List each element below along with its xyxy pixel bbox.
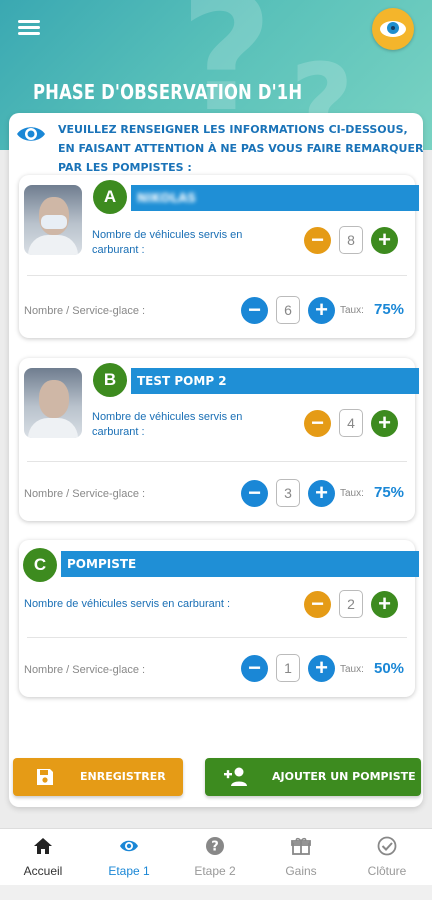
attendant-letter-badge: C bbox=[23, 548, 57, 582]
divider bbox=[27, 461, 407, 462]
tab-label: Etape 2 bbox=[194, 864, 236, 878]
attendant-name-bar: POMPISTE bbox=[61, 551, 419, 577]
fuel-count-value[interactable]: 8 bbox=[339, 226, 363, 254]
service-count-stepper: − 3 + bbox=[241, 479, 335, 507]
service-glace-label: Nombre / Service-glace : bbox=[24, 305, 146, 317]
attendant-name: POMPISTE bbox=[67, 557, 137, 571]
service-glace-label: Nombre / Service-glace : bbox=[24, 664, 146, 676]
tab-gains[interactable]: Gains bbox=[258, 829, 344, 886]
add-person-icon bbox=[224, 767, 247, 786]
attendant-letter-badge: B bbox=[93, 363, 127, 397]
attendant-card-b: B TEST POMP 2 Nombre de véhicules servis… bbox=[19, 358, 419, 521]
attendant-name: TEST POMP 2 bbox=[137, 374, 227, 388]
tab-cloture[interactable]: Clôture bbox=[344, 829, 430, 886]
attendant-name-bar: NIKOLAS bbox=[131, 185, 419, 211]
floppy-disk-icon bbox=[37, 769, 53, 785]
decrement-button[interactable]: − bbox=[304, 409, 331, 437]
divider bbox=[27, 275, 407, 276]
decrement-button[interactable]: − bbox=[304, 590, 331, 618]
increment-button[interactable]: + bbox=[308, 479, 335, 507]
save-button[interactable]: ENREGISTRER bbox=[13, 758, 183, 796]
eye-icon bbox=[17, 127, 45, 141]
check-circle-icon bbox=[377, 836, 397, 856]
fuel-count-label: Nombre de véhicules servis en carburant … bbox=[92, 229, 243, 256]
svg-text:?: ? bbox=[211, 840, 219, 855]
service-glace-label: Nombre / Service-glace : bbox=[24, 488, 146, 500]
taux-value: 50% bbox=[374, 660, 405, 677]
tab-label: Clôture bbox=[367, 864, 407, 878]
attendant-card-a: A NIKOLAS Nombre de véhicules servis en … bbox=[19, 175, 419, 338]
home-icon bbox=[34, 838, 52, 854]
hamburger-menu-icon[interactable] bbox=[18, 18, 40, 36]
fuel-count-label: Nombre de véhicules servis en carburant … bbox=[24, 598, 231, 610]
attendant-name: NIKOLAS bbox=[137, 191, 197, 205]
service-count-value[interactable]: 6 bbox=[276, 296, 300, 324]
fuel-count-label: Nombre de véhicules servis en carburant … bbox=[92, 411, 243, 438]
taux-value: 75% bbox=[374, 484, 405, 501]
eye-logo-icon[interactable] bbox=[372, 8, 414, 50]
gift-icon bbox=[291, 837, 311, 855]
fuel-count-stepper: − 4 + bbox=[304, 409, 398, 437]
save-button-label: ENREGISTRER bbox=[80, 770, 166, 783]
attendant-letter-badge: A bbox=[93, 180, 127, 214]
system-nav-strip bbox=[0, 885, 432, 900]
instructions-text: Veuillez renseigner les informations ci-… bbox=[58, 123, 424, 174]
attendant-photo bbox=[24, 185, 82, 255]
service-count-stepper: − 1 + bbox=[241, 654, 335, 682]
question-icon: ? bbox=[206, 837, 224, 855]
bottom-tab-bar: Accueil Etape 1 ? Etape 2 Gains Clôture bbox=[0, 828, 432, 885]
service-count-value[interactable]: 3 bbox=[276, 479, 300, 507]
decrement-button[interactable]: − bbox=[304, 226, 331, 254]
increment-button[interactable]: + bbox=[371, 226, 398, 254]
add-attendant-button[interactable]: AJOUTER UN POMPISTE bbox=[205, 758, 421, 796]
fuel-count-stepper: − 8 + bbox=[304, 226, 398, 254]
tab-accueil[interactable]: Accueil bbox=[0, 829, 86, 886]
taux-label: Taux: bbox=[340, 664, 364, 675]
increment-button[interactable]: + bbox=[308, 296, 335, 324]
page-title: PHASE D'OBSERVATION D'1H bbox=[33, 80, 303, 104]
decrement-button[interactable]: − bbox=[241, 296, 268, 324]
decrement-button[interactable]: − bbox=[241, 654, 268, 682]
fuel-count-value[interactable]: 2 bbox=[339, 590, 363, 618]
service-count-value[interactable]: 1 bbox=[276, 654, 300, 682]
increment-button[interactable]: + bbox=[371, 409, 398, 437]
add-attendant-label: AJOUTER UN POMPISTE bbox=[272, 770, 416, 783]
taux-label: Taux: bbox=[340, 488, 364, 499]
service-count-stepper: − 6 + bbox=[241, 296, 335, 324]
decrement-button[interactable]: − bbox=[241, 479, 268, 507]
attendant-card-c: C POMPISTE Nombre de véhicules servis en… bbox=[19, 540, 419, 697]
tab-etape-2[interactable]: ? Etape 2 bbox=[172, 829, 258, 886]
attendant-name-bar: TEST POMP 2 bbox=[131, 368, 419, 394]
fuel-count-stepper: − 2 + bbox=[304, 590, 398, 618]
taux-value: 75% bbox=[374, 301, 405, 318]
tab-etape-1[interactable]: Etape 1 bbox=[86, 829, 172, 886]
taux-label: Taux: bbox=[340, 305, 364, 316]
tab-label: Etape 1 bbox=[108, 864, 150, 878]
increment-button[interactable]: + bbox=[371, 590, 398, 618]
tab-label: Accueil bbox=[23, 864, 63, 878]
increment-button[interactable]: + bbox=[308, 654, 335, 682]
eye-icon bbox=[120, 840, 138, 852]
attendant-photo bbox=[24, 368, 82, 438]
fuel-count-value[interactable]: 4 bbox=[339, 409, 363, 437]
tab-label: Gains bbox=[285, 864, 317, 878]
divider bbox=[27, 637, 407, 638]
